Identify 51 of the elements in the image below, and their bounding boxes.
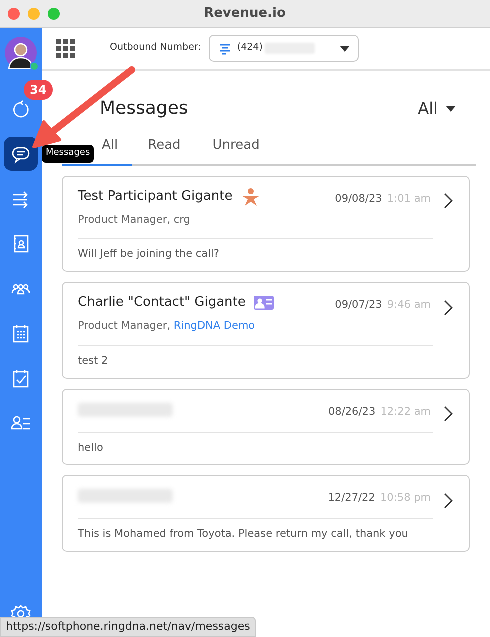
- contact-name: Charlie "Contact" Gigante: [78, 294, 246, 312]
- message-preview: This is Mohamed from Toyota. Please return my call, thank you: [78, 527, 410, 542]
- calendar-icon: [11, 324, 31, 344]
- message-time: 10:58 pm: [380, 492, 431, 504]
- page-title: Messages: [100, 97, 188, 121]
- tab[interactable]: Read: [132, 136, 197, 166]
- tooltip: Messages: [42, 145, 94, 162]
- address-book-icon: [11, 234, 31, 254]
- message-date: 09/08/23: [335, 192, 382, 204]
- person-star-icon: [240, 188, 261, 206]
- chevron-right-icon: [444, 300, 453, 316]
- phone-lines-icon: [218, 42, 232, 54]
- outbound-number-value: (424): [237, 41, 263, 56]
- message-card[interactable]: Charlie "Contact" Gigante 09/07/23 9:46 am Product Manager, RingDNA Demo test 2: [62, 282, 470, 378]
- message-preview: Will Jeff be joining the call?: [78, 247, 221, 262]
- window-title: Revenue.io: [204, 6, 286, 21]
- message-card[interactable]: 12/27/22 10:58 pm This is Mohamed from Toyota. Please return my call, thank you: [62, 475, 470, 552]
- chevron-right-icon: [444, 406, 453, 422]
- message-card[interactable]: Test Participant Gigante 09/08/23 1:01 am Product Manager, crg Will Jeff be joining the call?: [62, 176, 470, 272]
- contact-role: Product Manager,: [78, 214, 172, 226]
- filter-dropdown[interactable]: All: [418, 96, 456, 120]
- contact-role: Product Manager,: [78, 320, 172, 332]
- message-time: 1:01 am: [387, 192, 431, 204]
- contact-name: Test Participant Gigante: [78, 188, 233, 206]
- message-date: 09/07/23: [335, 299, 382, 311]
- url-status-tooltip: https://softphone.ringdna.net/nav/messages: [0, 616, 256, 637]
- message-time: 12:22 am: [380, 406, 431, 418]
- message-card[interactable]: 08/26/23 12:22 am hello: [62, 388, 470, 466]
- apps-grid-button[interactable]: [56, 38, 76, 58]
- message-preview: hello: [78, 440, 104, 456]
- calendar-check-icon: [11, 369, 31, 389]
- count-badge: 34: [24, 80, 53, 100]
- outbound-number-label: Outbound Number:: [110, 41, 202, 56]
- window-control-button[interactable]: [8, 8, 20, 20]
- message-date: 08/26/23: [328, 406, 376, 418]
- company-link[interactable]: RingDNA Demo: [174, 320, 256, 332]
- message-time: 9:46 am: [387, 299, 431, 311]
- window-control-button[interactable]: [48, 8, 60, 20]
- message-preview: test 2: [78, 354, 110, 369]
- chevron-right-icon: [444, 492, 453, 509]
- contact-card-icon: [254, 296, 274, 310]
- messages-nav-button[interactable]: [4, 137, 38, 171]
- caret-icon: [340, 46, 350, 52]
- company-name: crg: [174, 214, 190, 226]
- avatar[interactable]: [5, 37, 37, 69]
- message-date: 12/27/22: [328, 492, 376, 504]
- circular-arrow-icon: [11, 99, 31, 119]
- outbound-number-select[interactable]: (424): [209, 35, 360, 62]
- chevron-right-icon: [444, 193, 453, 210]
- caret-icon: [446, 106, 456, 112]
- tab[interactable]: Unread: [196, 136, 276, 166]
